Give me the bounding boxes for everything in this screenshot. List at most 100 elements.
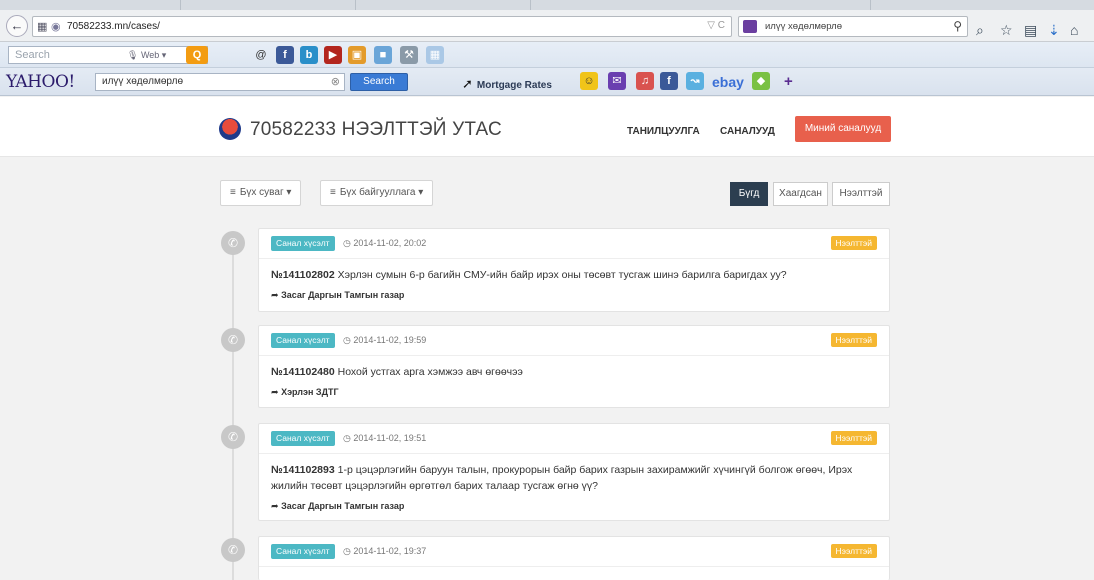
- address-text: 70582233.mn/cases/: [67, 21, 160, 32]
- case-time-value: 2014-11-02, 19:37: [353, 546, 427, 556]
- forward-arrow-icon: ➦: [271, 501, 279, 511]
- back-arrow-icon[interactable]: ←: [6, 15, 28, 37]
- site-logo-icon[interactable]: [219, 118, 241, 140]
- case-card[interactable]: Санал хүсэлт ◷ 2014-11-02, 20:02 Нээлттэ…: [258, 228, 890, 312]
- case-organization-name: Засаг Даргын Тамгын газар: [281, 501, 405, 511]
- search-icon[interactable]: ⌕: [976, 22, 984, 39]
- case-number: №141102893: [271, 464, 335, 476]
- card-divider: [259, 355, 889, 356]
- toolbar-search-placeholder: Search: [15, 49, 50, 61]
- case-type-label: Санал хүсэлт: [271, 236, 335, 251]
- browser-tab[interactable]: [355, 0, 356, 10]
- browser-search-box[interactable]: илүү хөдөлмөрлө ⚲: [738, 16, 968, 37]
- site-title[interactable]: 70582233 НЭЭЛТТЭЙ УТАС: [250, 119, 502, 141]
- caret-down-icon: ▾: [286, 187, 292, 198]
- case-text[interactable]: №141102893 1-р цэцэрлэгийн баруун талын,…: [271, 462, 877, 494]
- card-divider: [259, 566, 889, 567]
- browser-tab-strip: [0, 0, 1094, 10]
- segment-all[interactable]: Бүгд: [730, 182, 768, 206]
- facebook-icon[interactable]: f: [276, 46, 294, 64]
- caret-down-icon: ▾: [418, 187, 424, 198]
- clock-icon: ◷: [343, 546, 351, 556]
- my-proposals-button[interactable]: Миний саналууд: [795, 116, 891, 142]
- globe-icon: ◉: [51, 21, 61, 33]
- nav-proposals-link[interactable]: САНАЛУУД: [720, 126, 775, 137]
- facebook-icon[interactable]: f: [660, 72, 678, 90]
- case-text[interactable]: №141102480 Нохой устгах арга хэмжээ авч …: [271, 364, 877, 380]
- case-organization[interactable]: ➦ Засаг Даргын Тамгын газар: [271, 501, 404, 512]
- list-icon: ≡: [330, 187, 336, 198]
- tools-icon[interactable]: ⚒: [400, 46, 418, 64]
- case-organization[interactable]: ➦ Хэрлэн ЗДТГ: [271, 387, 339, 398]
- news-icon[interactable]: ♫: [636, 72, 654, 90]
- case-time: ◷ 2014-11-02, 19:37: [343, 546, 426, 557]
- phone-icon: ✆: [221, 538, 245, 562]
- site-header: [0, 97, 1094, 157]
- status-badge: Нээлттэй: [830, 431, 877, 445]
- add-icon[interactable]: +: [784, 73, 793, 90]
- segment-open[interactable]: Нээлттэй: [832, 182, 890, 206]
- search-go-icon[interactable]: Q: [186, 46, 208, 64]
- youtube-icon[interactable]: ▶: [324, 46, 342, 64]
- bookmark-star-icon[interactable]: ☆: [1000, 22, 1013, 39]
- ebay-icon[interactable]: ebay: [712, 74, 744, 90]
- case-text-content: Хэрлэн сумын 6-р багийн СМУ-ийн байр ирэ…: [337, 269, 787, 281]
- page-info-icon: ▦: [37, 21, 48, 33]
- address-bar[interactable]: ▦ ◉ 70582233.mn/cases/ ▽ C: [32, 16, 732, 37]
- case-card[interactable]: Санал хүсэлт ◷ 2014-11-02, 19:37 Нээлттэ…: [258, 536, 890, 580]
- download-icon[interactable]: ⇣: [1048, 22, 1060, 39]
- smiley-icon[interactable]: ☺: [580, 72, 598, 90]
- toolbar-search-input[interactable]: Search 🎙 Web ▾ Q: [8, 46, 208, 64]
- mail-icon[interactable]: ✉: [608, 72, 626, 90]
- channel-filter-label: Бүх суваг: [239, 187, 284, 198]
- trend-chart-icon: ➚: [462, 76, 473, 91]
- case-text[interactable]: №141102802 Хэрлэн сумын 6-р багийн СМУ-и…: [271, 267, 877, 283]
- browser-tab[interactable]: [180, 0, 181, 10]
- email-at-icon[interactable]: @: [252, 46, 270, 64]
- case-time: ◷ 2014-11-02, 20:02: [343, 238, 426, 249]
- yahoo-logo[interactable]: YAHOO!: [6, 72, 75, 92]
- blog-icon[interactable]: b: [300, 46, 318, 64]
- case-card[interactable]: Санал хүсэлт ◷ 2014-11-02, 19:51 Нээлттэ…: [258, 423, 890, 521]
- browser-navigation-bar: ← ▦ ◉ 70582233.mn/cases/ ▽ C илүү хөдөлм…: [0, 10, 1094, 42]
- clear-icon[interactable]: ⊗: [331, 75, 340, 88]
- card-divider: [259, 258, 889, 259]
- segment-closed[interactable]: Хаагдсан: [773, 182, 828, 206]
- finance-icon[interactable]: ↝: [686, 72, 704, 90]
- mortgage-rates-link[interactable]: ➚ Mortgage Rates: [462, 76, 552, 92]
- case-time-value: 2014-11-02, 19:59: [353, 335, 427, 345]
- phone-icon: ✆: [221, 231, 245, 255]
- tag-icon[interactable]: ◆: [752, 72, 770, 90]
- calculator-icon[interactable]: ▦: [426, 46, 444, 64]
- browser-tab[interactable]: [530, 0, 531, 10]
- web-dropdown-label: Web: [140, 50, 160, 60]
- reload-icon[interactable]: ▽ C: [707, 20, 725, 31]
- case-time: ◷ 2014-11-02, 19:59: [343, 335, 426, 346]
- case-card[interactable]: Санал хүсэлт ◷ 2014-11-02, 19:59 Нээлттэ…: [258, 325, 890, 408]
- phone-icon: ✆: [221, 425, 245, 449]
- photo-icon[interactable]: ▣: [348, 46, 366, 64]
- status-badge: Нээлттэй: [830, 544, 877, 558]
- case-organization[interactable]: ➦ Засаг Даргын Тамгын газар: [271, 290, 404, 301]
- channel-filter-dropdown[interactable]: ≡ Бүх суваг ▾: [220, 180, 302, 206]
- list-icon: ≡: [230, 187, 236, 198]
- bookmarks-list-icon[interactable]: ▤: [1024, 22, 1037, 39]
- case-type-label: Санал хүсэлт: [271, 544, 335, 559]
- home-icon[interactable]: ⌂: [1070, 22, 1078, 38]
- yahoo-engine-icon[interactable]: [743, 20, 757, 33]
- yahoo-search-button[interactable]: Search: [350, 73, 408, 91]
- search-icon[interactable]: ⚲: [953, 19, 962, 33]
- case-time: ◷ 2014-11-02, 19:51: [343, 433, 426, 444]
- case-text-content: 1-р цэцэрлэгийн баруун талын, прокурорын…: [271, 464, 853, 492]
- clock-icon: ◷: [343, 238, 351, 248]
- web-dropdown[interactable]: 🎙 Web ▾: [127, 50, 166, 61]
- apps-icon[interactable]: ■: [374, 46, 392, 64]
- browser-tab[interactable]: [870, 0, 871, 10]
- yahoo-toolbar: YAHOO! илүү хөдөлмөрлө ⊗ Search ➚ Mortgag…: [0, 68, 1094, 96]
- organization-filter-dropdown[interactable]: ≡ Бүх байгууллага ▾: [320, 180, 434, 206]
- clock-icon: ◷: [343, 335, 351, 345]
- timeline-line: [232, 240, 234, 580]
- organization-filter-label: Бүх байгууллага: [339, 187, 416, 198]
- nav-intro-link[interactable]: ТАНИЛЦУУЛГА: [627, 126, 700, 137]
- yahoo-search-input[interactable]: илүү хөдөлмөрлө ⊗: [95, 73, 345, 91]
